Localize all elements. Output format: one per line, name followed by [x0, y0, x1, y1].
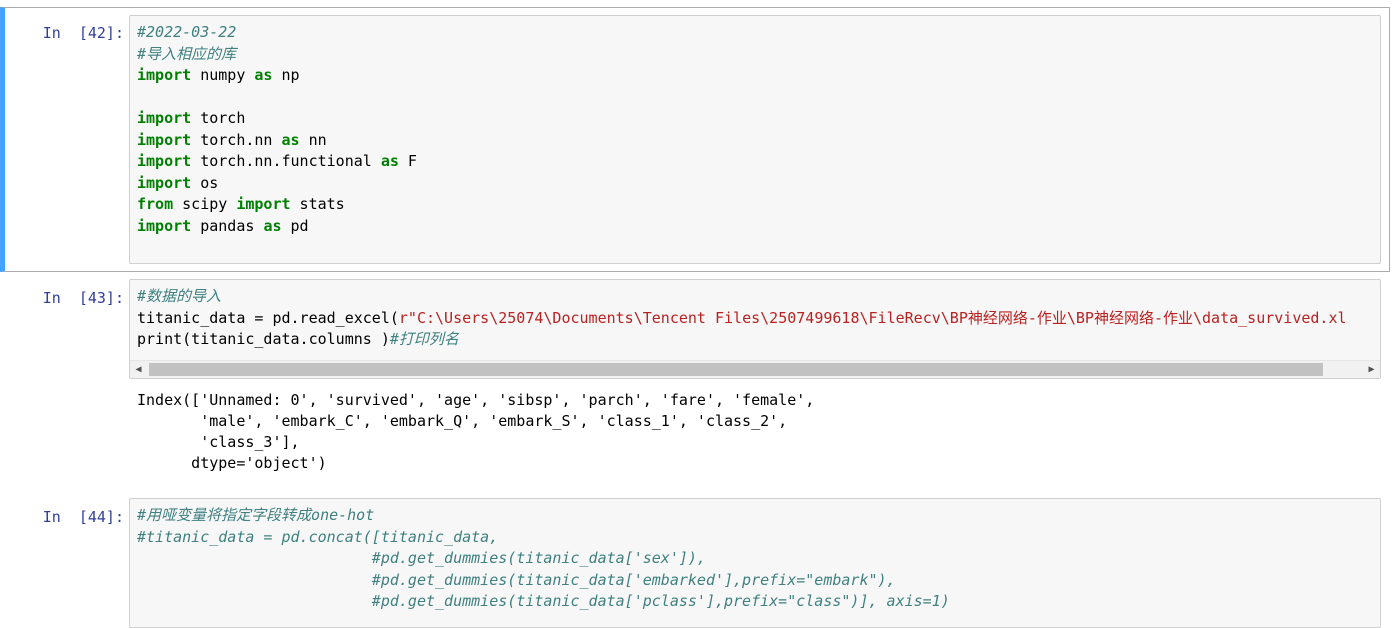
- code-line: #pd.get_dummies(titanic_data['embarked']…: [137, 570, 896, 589]
- code-line: import torch: [137, 109, 246, 127]
- code-line: #pd.get_dummies(titanic_data['pclass'],p…: [137, 592, 950, 610]
- cell-prompt: In [43]:: [42, 289, 124, 307]
- cell-prompt: In [44]:: [42, 508, 124, 526]
- code-line: #用哑变量将指定字段转成one-hot: [137, 506, 375, 524]
- code-line: from scipy import stats: [137, 195, 345, 213]
- cell-prompt: In [42]:: [42, 24, 124, 42]
- code-line: import torch.nn.functional as F: [137, 152, 417, 170]
- code-line: titanic_data = pd.read_excel(r"C:\Users\…: [137, 308, 1347, 327]
- code-line: #导入相应的库: [137, 44, 237, 63]
- output-line: 'male', 'embark_C', 'embark_Q', 'embark_…: [137, 412, 788, 430]
- code-source: #用哑变量将指定字段转成one-hot #titanic_data = pd.co…: [130, 499, 1380, 613]
- scroll-left-icon[interactable]: ◀: [130, 361, 147, 378]
- code-line: #数据的导入: [137, 287, 222, 305]
- code-line: print(titanic_data.columns )#打印列名: [137, 330, 459, 348]
- output-line: 'class_3'],: [137, 433, 300, 451]
- cell-output: Index(['Unnamed: 0', 'survived', 'age', …: [137, 390, 1377, 474]
- code-source: #数据的导入 titanic_data = pd.read_excel(r"C:\…: [130, 280, 1380, 351]
- code-cell-44[interactable]: In [44]: #用哑变量将指定字段转成one-hot #titanic_dat…: [0, 498, 1390, 628]
- horizontal-scrollbar[interactable]: ◀ ▶: [130, 360, 1380, 378]
- code-line: #pd.get_dummies(titanic_data['sex']),: [137, 549, 706, 567]
- code-source: #2022-03-22 #导入相应的库 import numpy as np impo…: [130, 16, 1380, 237]
- code-cell-42[interactable]: In [42]: #2022-03-22 #导入相应的库 import numpy …: [0, 7, 1390, 272]
- code-line: import os: [137, 173, 219, 192]
- code-string: r"C:\Users\25074\Documents\Tencent Files…: [398, 308, 1347, 327]
- code-editor[interactable]: #数据的导入 titanic_data = pd.read_excel(r"C:\…: [129, 279, 1381, 379]
- output-line: dtype='object'): [137, 454, 327, 472]
- code-line: import torch.nn as nn: [137, 130, 327, 149]
- code-line: import numpy as np: [137, 66, 300, 84]
- code-line: import pandas as pd: [137, 216, 309, 235]
- scroll-right-icon[interactable]: ▶: [1363, 361, 1380, 378]
- code-editor[interactable]: #用哑变量将指定字段转成one-hot #titanic_data = pd.co…: [129, 498, 1381, 628]
- code-line: #2022-03-22: [137, 23, 237, 41]
- scrollbar-thumb[interactable]: [149, 363, 1323, 376]
- code-editor[interactable]: #2022-03-22 #导入相应的库 import numpy as np impo…: [129, 15, 1381, 264]
- output-line: Index(['Unnamed: 0', 'survived', 'age', …: [137, 391, 815, 409]
- code-line: #titanic_data = pd.concat([titanic_data,: [137, 527, 499, 546]
- code-cell-43[interactable]: In [43]: #数据的导入 titanic_data = pd.read_ex…: [0, 279, 1390, 479]
